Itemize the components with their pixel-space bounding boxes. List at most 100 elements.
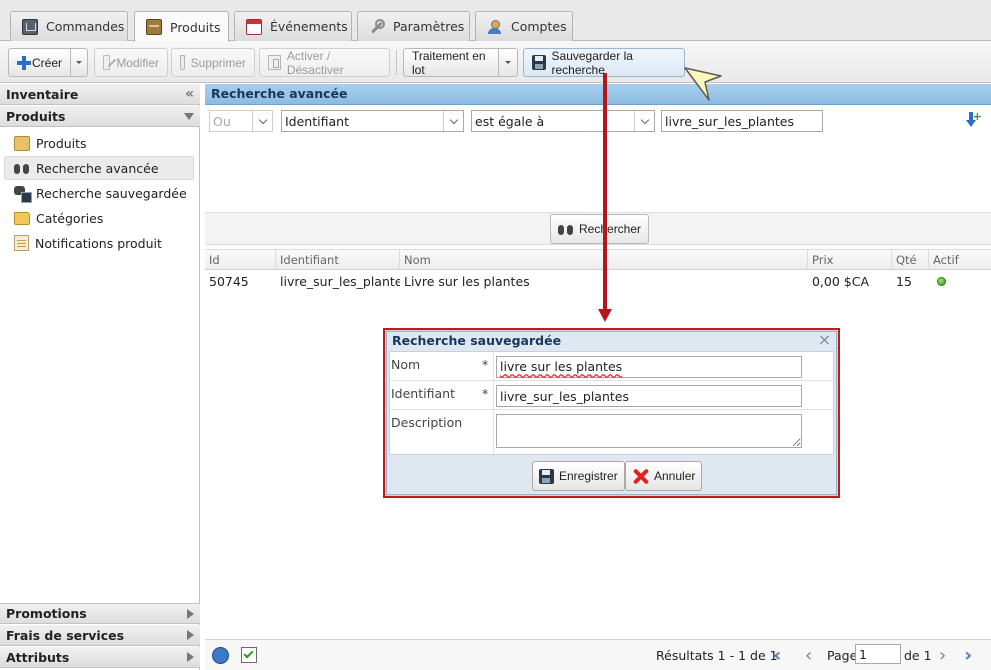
sidebar-item-label: Notifications produit <box>35 235 162 251</box>
floppy-disk-icon <box>532 55 546 70</box>
chevron-down-icon[interactable] <box>252 111 272 131</box>
cancel-button[interactable]: Annuler <box>625 461 703 491</box>
operator-select[interactable]: est égale à <box>471 110 655 132</box>
form-row-identifier: Identifiant * <box>390 381 833 410</box>
search-button[interactable]: Rechercher <box>550 214 650 244</box>
form-divider <box>493 381 494 410</box>
tab-label: Comptes <box>511 19 567 34</box>
logic-operator-value: Ou <box>213 113 231 129</box>
module-tab-bar: Commandes Produits Événements Paramètres… <box>0 0 991 42</box>
batch-dropdown-button[interactable] <box>498 48 518 77</box>
add-criteria-icon[interactable]: + <box>966 111 982 128</box>
expand-down-icon <box>184 112 194 120</box>
dialog-frame: Recherche sauvegardée × Nom * livre sur … <box>386 331 837 495</box>
edit-icon <box>103 55 111 70</box>
notification-icon <box>14 235 29 251</box>
annotation-arrow-line <box>603 73 607 311</box>
dialog-title: Recherche sauvegardée <box>392 333 562 348</box>
expand-right-icon <box>187 630 194 640</box>
toggle-active-button[interactable]: Activer / Désactiver <box>259 48 390 77</box>
save-button[interactable]: Enregistrer <box>532 461 625 491</box>
edit-button[interactable]: Modifier <box>94 48 168 77</box>
next-page-icon[interactable]: › <box>939 640 946 670</box>
cell-price: 0,00 $CA <box>812 274 870 289</box>
form-divider <box>493 410 494 454</box>
sidebar-header-label: Produits <box>6 108 66 124</box>
floppy-disk-icon <box>539 468 554 484</box>
first-page-icon[interactable]: ‹‹ <box>773 640 783 670</box>
sidebar-item-categories[interactable]: Catégories <box>4 206 194 230</box>
column-header-identifier[interactable]: Identifiant <box>276 250 400 270</box>
tab-label: Commandes <box>46 19 125 34</box>
column-header-price[interactable]: Prix <box>808 250 892 270</box>
binoculars-icon <box>14 161 30 175</box>
form-row-description: Description <box>390 410 833 454</box>
checkbox-select-icon[interactable] <box>241 647 257 663</box>
field-value: Identifiant <box>285 113 349 129</box>
tab-products[interactable]: Produits <box>134 11 229 42</box>
active-status-icon <box>937 277 946 286</box>
previous-page-icon[interactable]: ‹ <box>805 640 812 670</box>
sidebar-item-advanced-search[interactable]: Recherche avancée <box>4 156 194 180</box>
accounts-icon <box>487 19 503 35</box>
product-box-icon <box>14 135 30 151</box>
column-header-id[interactable]: Id <box>205 250 276 270</box>
refresh-icon[interactable] <box>212 647 229 664</box>
description-label: Description <box>391 415 463 430</box>
batch-processing-button[interactable]: Traitement en lot <box>403 48 499 77</box>
chevron-down-icon <box>505 61 511 64</box>
cancel-button-label: Annuler <box>654 469 696 483</box>
tab-events[interactable]: Événements <box>234 11 352 41</box>
toggle-icon <box>268 55 281 70</box>
sidebar-header-inventory[interactable]: Inventaire « <box>0 84 200 105</box>
sidebar-item-product-notifications[interactable]: Notifications produit <box>4 231 194 255</box>
tab-orders[interactable]: Commandes <box>10 11 128 41</box>
collapse-left-icon[interactable]: « <box>185 86 194 102</box>
tab-settings[interactable]: Paramètres <box>357 11 470 41</box>
description-textarea[interactable] <box>496 414 802 448</box>
criteria-value-input[interactable] <box>661 110 823 132</box>
tab-label: Événements <box>270 19 348 34</box>
create-dropdown-button[interactable] <box>70 48 88 77</box>
name-input[interactable]: livre sur les plantes <box>496 356 802 378</box>
column-header-qty[interactable]: Qté <box>892 250 929 270</box>
sidebar-section-promotions[interactable]: Promotions <box>0 603 200 624</box>
edit-label: Modifier <box>116 55 159 70</box>
column-header-active[interactable]: Actif <box>929 250 991 270</box>
delete-button[interactable]: Supprimer <box>171 48 255 77</box>
field-select[interactable]: Identifiant <box>281 110 464 132</box>
expand-right-icon <box>187 652 194 662</box>
annotation-arrow-head <box>598 309 612 322</box>
page-total: de 1 <box>904 647 932 663</box>
last-page-icon[interactable]: ›› <box>964 640 974 670</box>
tab-accounts[interactable]: Comptes <box>475 11 573 41</box>
logic-operator-select[interactable]: Ou <box>209 110 273 132</box>
page-number-input[interactable] <box>855 644 901 664</box>
sidebar-section-service-fees[interactable]: Frais de services <box>0 625 200 646</box>
create-button[interactable]: Créer <box>8 48 71 77</box>
toolbar: Créer Modifier Supprimer Activer / Désac… <box>0 41 991 83</box>
cell-identifier: livre_sur_les_plantes <box>280 274 400 289</box>
page-label: Page <box>827 647 858 663</box>
sidebar-item-saved-search[interactable]: Recherche sauvegardée <box>4 181 194 205</box>
chevron-down-icon[interactable] <box>634 111 654 131</box>
close-icon[interactable]: × <box>817 332 832 348</box>
table-row[interactable]: 50745 livre_sur_les_plantes Livre sur le… <box>205 270 991 294</box>
events-icon <box>246 18 262 35</box>
sidebar-header-label: Inventaire <box>6 86 79 102</box>
advanced-search-title: Recherche avancée <box>205 84 991 105</box>
search-label: Rechercher <box>579 222 642 236</box>
chevron-down-icon[interactable] <box>443 111 463 131</box>
products-icon <box>146 19 162 35</box>
name-label: Nom <box>391 357 421 372</box>
identifier-input[interactable] <box>496 385 802 407</box>
sidebar-section-attributes[interactable]: Attributs <box>0 647 200 668</box>
cell-qty: 15 <box>896 274 912 289</box>
identifier-label: Identifiant <box>391 386 455 401</box>
sidebar-item-products[interactable]: Produits <box>4 131 194 155</box>
expand-right-icon <box>187 608 194 619</box>
delete-label: Supprimer <box>190 55 246 70</box>
name-input-value: livre sur les plantes <box>500 359 623 374</box>
sidebar-header-products[interactable]: Produits <box>0 106 200 127</box>
sidebar-item-label: Recherche sauvegardée <box>36 185 187 201</box>
